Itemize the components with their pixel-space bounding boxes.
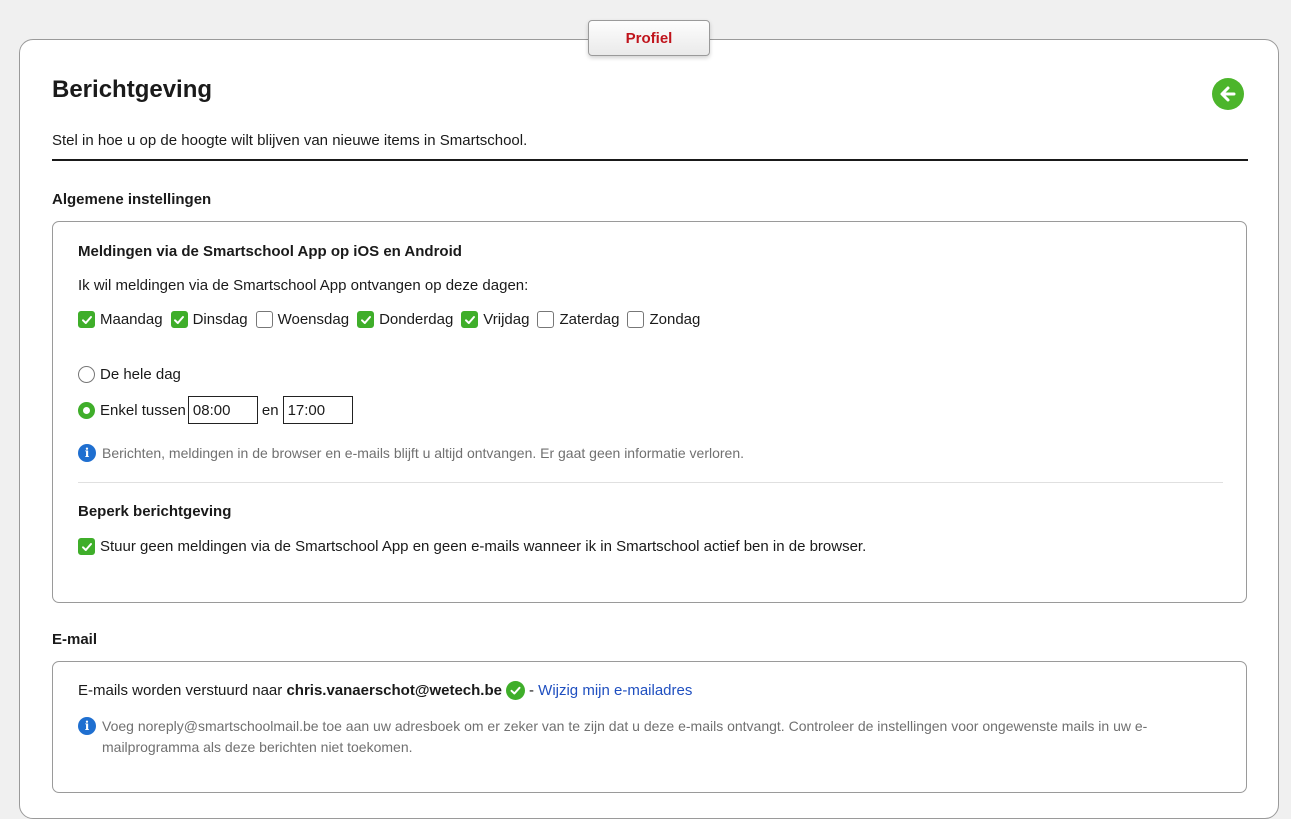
checkmark-icon — [360, 315, 371, 324]
email-settings-box: E-mails worden verstuurd naar chris.vana… — [52, 661, 1247, 793]
checkbox[interactable] — [255, 311, 273, 328]
checkbox[interactable] — [537, 311, 555, 328]
radio-all-day[interactable]: De hele dag — [78, 366, 181, 383]
checkmark-icon — [81, 542, 92, 551]
radio-label: Enkel tussen — [100, 401, 186, 419]
checkmark-icon — [81, 315, 92, 324]
day-maandag[interactable]: Maandag — [78, 311, 163, 328]
day-label: Dinsdag — [192, 311, 248, 328]
general-settings-box: Meldingen via de Smartschool App op iOS … — [52, 221, 1247, 603]
page-title: Berichtgeving — [52, 76, 213, 103]
limit-title: Beperk berichtgeving — [78, 503, 232, 520]
day-vrijdag[interactable]: Vrijdag — [461, 311, 529, 328]
checkbox[interactable] — [78, 538, 95, 555]
check-circle-icon — [505, 681, 525, 700]
radio-button-between[interactable] — [78, 401, 95, 419]
day-label: Donderdag — [379, 311, 454, 328]
arrow-left-circle-icon — [1220, 86, 1236, 102]
day-label: Zondag — [649, 311, 701, 328]
limit-checkbox-row[interactable]: Stuur geen meldingen via de Smartschool … — [78, 538, 866, 555]
day-label: Woensdag — [277, 311, 350, 328]
app-notifications-title: Meldingen via de Smartschool App op iOS … — [78, 243, 462, 260]
info-icon: i — [78, 444, 96, 462]
checkbox[interactable] — [627, 311, 645, 328]
email-address-row: E-mails worden verstuurd naar chris.vana… — [78, 681, 692, 700]
app-info-row: i Berichten, meldingen in de browser en … — [78, 444, 744, 462]
day-dinsdag[interactable]: Dinsdag — [170, 311, 248, 328]
tab-profiel[interactable]: Profiel — [588, 20, 710, 56]
email-info-row: i Voeg noreply@smartschoolmail.be toe aa… — [78, 716, 1188, 758]
email-address: chris.vanaerschot@wetech.be — [286, 682, 502, 699]
checkmark-icon — [174, 315, 185, 324]
info-icon: i — [78, 717, 96, 735]
separator: - — [528, 682, 534, 699]
checkbox[interactable] — [78, 311, 95, 328]
day-woensdag[interactable]: Woensdag — [255, 311, 350, 328]
app-info-text: Berichten, meldingen in de browser en e-… — [102, 445, 745, 461]
section-heading-email: E-mail — [52, 631, 98, 648]
section-divider — [78, 482, 1223, 483]
days-checkbox-group: Maandag Dinsdag Woensdag Donderdag Vrijd… — [78, 311, 708, 328]
checkmark-icon — [464, 315, 475, 324]
day-label: Maandag — [100, 311, 163, 328]
day-label: Vrijdag — [483, 311, 530, 328]
back-button[interactable] — [1212, 78, 1244, 110]
title-divider — [52, 159, 1248, 161]
time-from-input[interactable] — [187, 396, 258, 424]
day-zaterdag[interactable]: Zaterdag — [537, 311, 619, 328]
page-subtitle: Stel in hoe u op de hoogte wilt blijven … — [52, 132, 528, 149]
radio-button[interactable] — [78, 366, 95, 383]
change-email-link[interactable]: Wijzig mijn e-mailadres — [538, 682, 692, 699]
time-separator: en — [261, 401, 279, 419]
day-zondag[interactable]: Zondag — [627, 311, 700, 328]
time-to-input[interactable] — [282, 396, 353, 424]
checkbox[interactable] — [357, 311, 375, 328]
days-label: Ik wil meldingen via de Smartschool App … — [78, 277, 529, 294]
email-sent-label: E-mails worden verstuurd naar — [78, 682, 283, 699]
limit-option-label: Stuur geen meldingen via de Smartschool … — [100, 538, 867, 555]
day-donderdag[interactable]: Donderdag — [357, 311, 453, 328]
radio-between-row: Enkel tussen en — [78, 396, 357, 424]
section-heading-general: Algemene instellingen — [52, 191, 212, 208]
day-label: Zaterdag — [559, 311, 620, 328]
radio-label: De hele dag — [100, 366, 181, 383]
checkbox[interactable] — [461, 311, 479, 328]
email-info-text: Voeg noreply@smartschoolmail.be toe aan … — [102, 718, 1148, 755]
checkbox[interactable] — [170, 311, 188, 328]
